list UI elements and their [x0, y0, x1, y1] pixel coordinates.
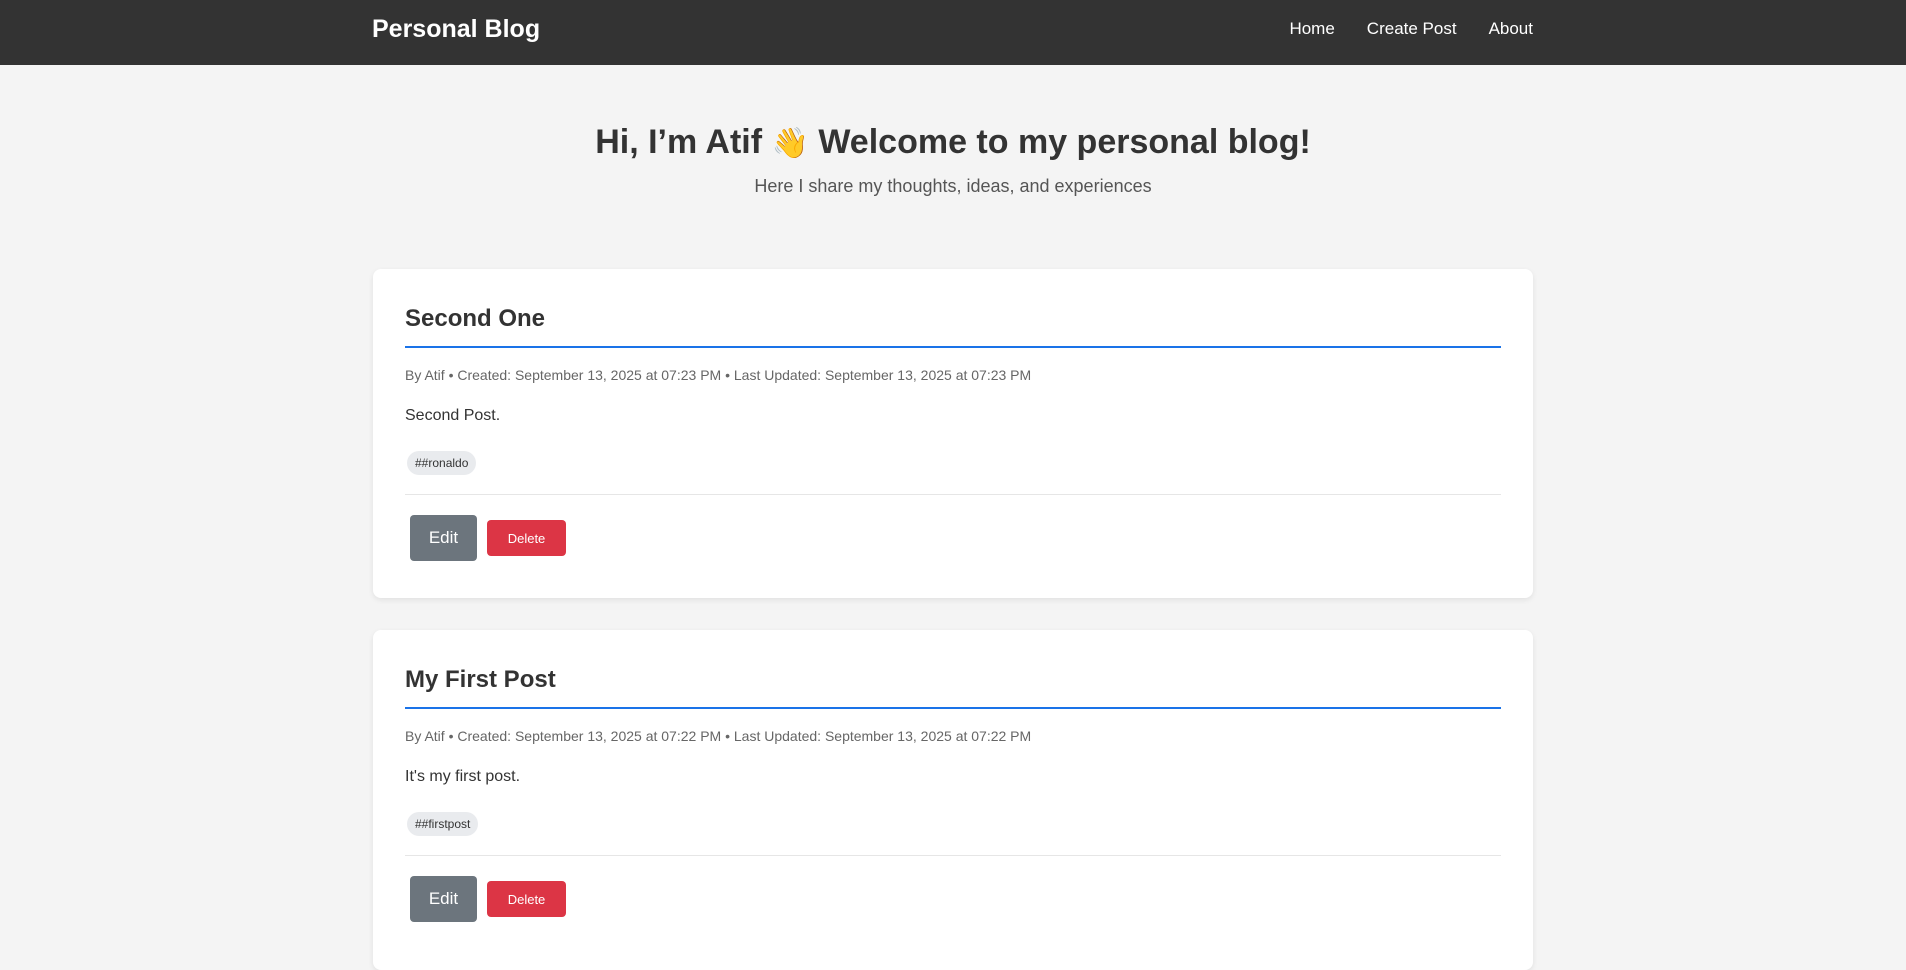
hero-title-greeting: Hi, I’m Atif [595, 123, 763, 161]
post-actions: Edit Delete [405, 876, 1501, 922]
brand-link[interactable]: Personal Blog [372, 15, 540, 44]
post-divider [405, 855, 1501, 856]
post-title: My First Post [405, 666, 1501, 709]
hero-section: Hi, I’m Atif 👋 Welcome to my personal bl… [0, 118, 1906, 197]
post-title: Second One [405, 305, 1501, 348]
post-meta: By Atif • Created: September 13, 2025 at… [405, 728, 1032, 744]
post-actions: Edit Delete [405, 515, 1501, 561]
post-card: My First Post By Atif • Created: Septemb… [373, 630, 1533, 970]
nav-link-about[interactable]: About [1489, 19, 1533, 39]
post-divider [405, 494, 1501, 495]
hero-title: Hi, I’m Atif 👋 Welcome to my personal bl… [0, 118, 1906, 168]
post-tags: ##firstpost [405, 812, 1501, 836]
top-navbar: Personal Blog Home Create Post About [0, 0, 1906, 65]
delete-button[interactable]: Delete [487, 881, 566, 917]
waving-hand-icon: 👋 [771, 126, 809, 161]
nav-links: Home Create Post About [1289, 19, 1533, 39]
edit-button[interactable]: Edit [410, 876, 477, 922]
nav-link-create-post[interactable]: Create Post [1367, 19, 1457, 39]
post-tags: ##ronaldo [405, 451, 1501, 475]
post-body: It's my first post. [405, 768, 521, 785]
edit-button[interactable]: Edit [410, 515, 477, 561]
post-meta: By Atif • Created: September 13, 2025 at… [405, 367, 1032, 383]
tag-badge[interactable]: ##firstpost [407, 812, 479, 836]
post-body: Second Post. [405, 407, 501, 424]
nav-link-home[interactable]: Home [1289, 19, 1334, 39]
delete-button[interactable]: Delete [487, 520, 566, 556]
tag-badge[interactable]: ##ronaldo [407, 451, 477, 475]
post-card: Second One By Atif • Created: September … [373, 269, 1533, 598]
hero-title-welcome: Welcome to my personal blog! [818, 123, 1311, 161]
hero-subtitle: Here I share my thoughts, ideas, and exp… [754, 176, 1152, 196]
